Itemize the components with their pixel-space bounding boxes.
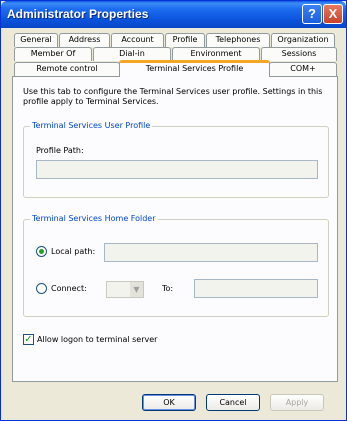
tab-address[interactable]: Address: [59, 33, 110, 47]
to-label: To:: [162, 284, 174, 293]
local-path-label: Local path:: [51, 247, 96, 256]
connect-drive-select[interactable]: ▼: [106, 281, 144, 298]
allow-logon-label: Allow logon to terminal server: [37, 335, 158, 344]
tab-com-plus[interactable]: COM+: [269, 62, 337, 76]
ts-home-folder-group: Terminal Services Home Folder Local path…: [23, 214, 329, 317]
tab-dial-in[interactable]: Dial-in: [93, 47, 171, 61]
cancel-button[interactable]: Cancel: [206, 394, 260, 411]
apply-button[interactable]: Apply: [270, 394, 324, 411]
title-bar[interactable]: Administrator Properties ? X: [1, 1, 346, 28]
tab-sessions[interactable]: Sessions: [261, 47, 337, 61]
tab-account[interactable]: Account: [111, 33, 164, 47]
close-button[interactable]: X: [323, 4, 343, 24]
connect-radio[interactable]: [36, 283, 47, 294]
tab-panel: Use this tab to configure the Terminal S…: [12, 76, 338, 382]
tab-remote-control[interactable]: Remote control: [14, 62, 120, 76]
description-text: Use this tab to configure the Terminal S…: [23, 87, 323, 106]
local-path-radio[interactable]: [36, 246, 47, 257]
to-input[interactable]: [194, 279, 318, 298]
tab-environment[interactable]: Environment: [172, 47, 260, 61]
allow-logon-checkbox[interactable]: ✓: [23, 334, 34, 345]
tab-terminal-services-profile[interactable]: Terminal Services Profile: [119, 60, 270, 77]
check-icon: ✓: [24, 334, 33, 345]
tab-profile[interactable]: Profile: [165, 33, 205, 47]
ok-button[interactable]: OK: [142, 394, 196, 411]
window-title: Administrator Properties: [7, 7, 149, 21]
chevron-down-icon[interactable]: ▼: [130, 282, 143, 297]
tab-organization[interactable]: Organization: [271, 33, 335, 47]
ts-home-folder-title: Terminal Services Home Folder: [30, 214, 158, 223]
ts-user-profile-group: Terminal Services User Profile Profile P…: [23, 121, 329, 198]
ts-user-profile-title: Terminal Services User Profile: [30, 121, 153, 130]
tab-member-of[interactable]: Member Of: [14, 47, 92, 61]
tab-telephones[interactable]: Telephones: [206, 33, 270, 47]
profile-path-label: Profile Path:: [36, 146, 84, 155]
help-icon: ?: [308, 6, 316, 21]
local-path-input[interactable]: [104, 243, 318, 262]
tab-general[interactable]: General: [14, 33, 58, 47]
help-button[interactable]: ?: [302, 4, 322, 24]
profile-path-input[interactable]: [36, 160, 318, 179]
connect-label: Connect:: [51, 284, 87, 293]
properties-dialog: Administrator Properties ? X General Add…: [0, 0, 347, 421]
close-icon: X: [328, 6, 338, 21]
